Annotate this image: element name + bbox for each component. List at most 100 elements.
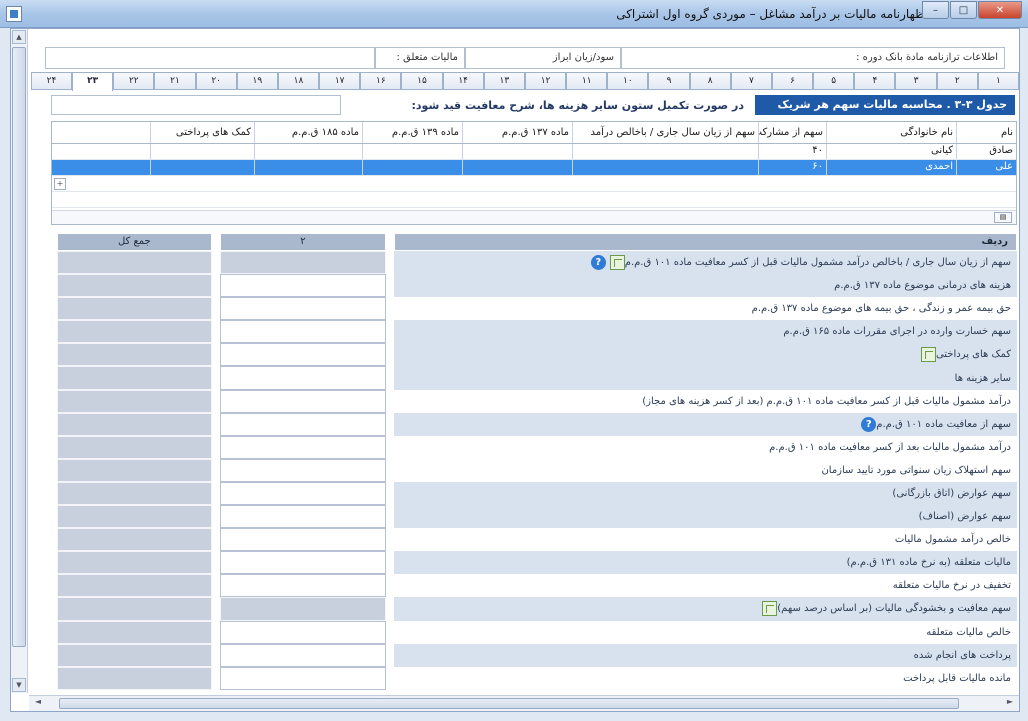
exemption-description-input[interactable] [51, 95, 341, 115]
value-input[interactable] [219, 643, 387, 667]
info-field-empty[interactable] [45, 47, 375, 69]
tab-24[interactable]: ۲۴ [30, 72, 73, 89]
tab-4[interactable]: ۴ [854, 72, 896, 89]
table-cell[interactable]: صادق [956, 144, 1016, 159]
help-icon[interactable]: ? [861, 416, 877, 432]
row-label: خالص درآمد مشمول مالیات [394, 528, 1018, 552]
scroll-left-icon[interactable]: ◄ [31, 697, 45, 710]
calc-row: حق بیمه عمر و زندگی ، حق بیمه های موضوع … [57, 297, 1018, 321]
tab-1[interactable]: ۱ [977, 72, 1019, 89]
value-input[interactable] [219, 528, 387, 552]
tab-9[interactable]: ۹ [648, 72, 690, 89]
column-header[interactable]: نام [956, 122, 1016, 143]
vertical-scrollbar[interactable]: ▲ ▼ [11, 29, 28, 693]
row-label: پرداخت های انجام شده [394, 643, 1018, 667]
table-cell[interactable] [254, 160, 362, 175]
tab-16[interactable]: ۱۶ [360, 72, 402, 89]
tab-14[interactable]: ۱۴ [442, 72, 484, 89]
tab-17[interactable]: ۱۷ [319, 72, 361, 89]
value-input[interactable] [219, 412, 387, 436]
table-cell[interactable] [150, 144, 254, 159]
tab-6[interactable]: ۶ [771, 72, 814, 89]
tab-5[interactable]: ۵ [813, 72, 855, 89]
row-label-text: خالص مالیات متعلقه [926, 626, 1012, 638]
info-field-tax[interactable]: مالیات متعلق : [375, 47, 465, 69]
value-input[interactable] [219, 274, 387, 298]
total-cell [57, 366, 212, 390]
tab-19[interactable]: ۱۹ [236, 72, 278, 89]
value-input[interactable] [219, 458, 387, 482]
tab-21[interactable]: ۲۱ [154, 72, 196, 89]
tab-8[interactable]: ۸ [689, 72, 731, 89]
table-cell[interactable]: کیانی [826, 144, 956, 159]
app-icon[interactable] [6, 6, 22, 22]
column-header[interactable]: ماده ۱۳۹ ق.م.م [362, 122, 462, 143]
tab-23[interactable]: ۲۳ [72, 72, 114, 91]
value-input[interactable] [219, 574, 387, 598]
tab-15[interactable]: ۱۵ [401, 72, 443, 89]
tab-7[interactable]: ۷ [730, 72, 772, 89]
tab-3[interactable]: ۳ [895, 72, 937, 89]
detail-grid-icon[interactable] [762, 601, 778, 617]
value-input[interactable] [219, 435, 387, 459]
tab-13[interactable]: ۱۳ [483, 72, 525, 89]
minimize-button[interactable]: – [922, 1, 949, 19]
value-input[interactable] [219, 389, 387, 413]
table-cell[interactable]: علی [956, 160, 1016, 175]
scroll-right-icon[interactable]: ► [1003, 697, 1017, 710]
column-header[interactable]: کمک های پرداختی [150, 122, 254, 143]
close-button[interactable]: ✕ [978, 1, 1022, 19]
tab-18[interactable]: ۱۸ [277, 72, 320, 89]
table-cell[interactable]: ۶۰ [758, 160, 826, 175]
empty-row[interactable] [52, 176, 1016, 192]
column-header[interactable]: ماده ۱۳۷ ق.م.م [462, 122, 572, 143]
scroll-thumb[interactable] [12, 47, 26, 647]
table-cell[interactable] [362, 160, 462, 175]
table-cell[interactable] [254, 144, 362, 159]
value-input[interactable] [219, 481, 387, 506]
table-cell[interactable] [572, 160, 758, 175]
empty-row[interactable] [52, 192, 1016, 208]
grid-nav-icon[interactable]: ▤ [994, 212, 1012, 223]
table-cell[interactable]: ۴۰ [758, 144, 826, 159]
column-header[interactable]: سهم از زیان سال جاری / باخالص درآمد [572, 122, 758, 143]
value-input[interactable] [219, 666, 387, 690]
detail-grid-icon[interactable] [920, 347, 936, 363]
table-cell[interactable] [462, 160, 572, 175]
value-input[interactable] [219, 297, 387, 321]
table-cell[interactable] [462, 144, 572, 159]
table-row[interactable]: علی احمدی ۶۰ [52, 160, 1016, 176]
table-cell[interactable]: احمدی [826, 160, 956, 175]
tab-22[interactable]: ۲۲ [113, 72, 155, 89]
value-input[interactable] [219, 320, 387, 344]
help-icon[interactable]: ? [590, 255, 606, 271]
value-input[interactable] [219, 505, 387, 529]
value-input[interactable] [219, 366, 387, 390]
table-cell[interactable] [150, 160, 254, 175]
tab-20[interactable]: ۲۰ [195, 72, 237, 89]
info-field-profit[interactable]: سود/زیان ابراز [465, 47, 621, 69]
column-header[interactable]: ماده ۱۸۵ ق.م.م [254, 122, 362, 143]
value-input[interactable] [219, 343, 387, 367]
maximize-button[interactable]: □ [950, 1, 977, 19]
detail-grid-icon[interactable] [609, 255, 625, 271]
horizontal-scrollbar[interactable]: ◄ ► [29, 695, 1019, 711]
table-row[interactable]: صادق کیانی ۴۰ [52, 144, 1016, 160]
column-header[interactable]: نام خانوادگی [826, 122, 956, 143]
table-cell[interactable] [572, 144, 758, 159]
tab-12[interactable]: ۱۲ [524, 72, 567, 89]
column-header[interactable]: سهم از مشارکت [758, 122, 826, 143]
value-input[interactable] [219, 551, 387, 575]
scroll-up-icon[interactable]: ▲ [12, 30, 26, 44]
tab-11[interactable]: ۱۱ [566, 72, 608, 89]
tab-10[interactable]: ۱۰ [607, 72, 649, 89]
scroll-thumb-horizontal[interactable] [59, 698, 959, 709]
table-cell[interactable] [362, 144, 462, 159]
row-label: سهم استهلاک زیان سنواتی مورد تایید سازما… [394, 458, 1018, 482]
tab-2[interactable]: ۲ [936, 72, 978, 89]
scroll-down-icon[interactable]: ▼ [12, 678, 26, 692]
row-label-text: سهم از معافیت ماده ۱۰۱ ق.م.م [876, 418, 1012, 430]
value-input[interactable] [219, 620, 387, 644]
expand-icon[interactable]: + [54, 178, 66, 190]
info-field-bank[interactable]: اطلاعات ترازنامه مادة بانک دوره : [621, 47, 1005, 69]
